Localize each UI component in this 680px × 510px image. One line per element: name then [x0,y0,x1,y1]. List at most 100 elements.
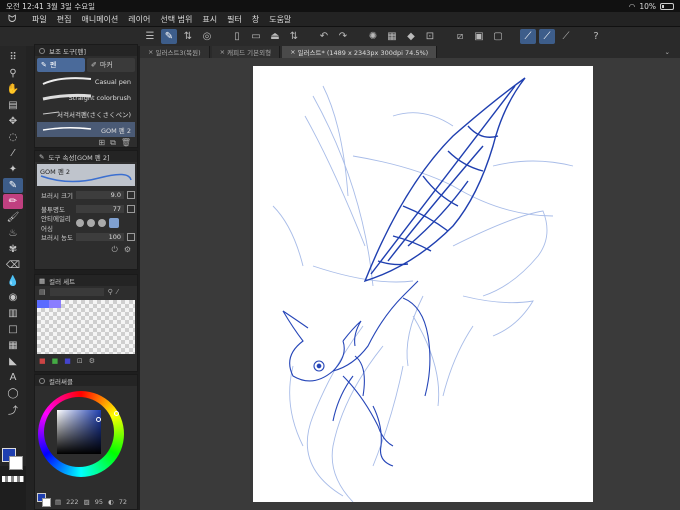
menu-view[interactable]: 표시 [202,14,217,25]
operation-tool-icon[interactable]: ▤ [3,98,23,113]
antialias-selector[interactable] [76,217,135,228]
toggle-arrows-icon-2[interactable]: ⇅ [286,29,302,44]
replace-color-icon[interactable]: ■ [52,357,59,365]
auto-select-icon[interactable]: ✦ [3,162,23,177]
pencil-tool-icon[interactable]: ✏ [3,194,23,209]
hsv-icon[interactable]: ▤ [55,498,61,506]
brush-casual-pen[interactable]: Casual pen [37,74,135,89]
brush-density-pressure-icon[interactable] [127,232,135,241]
reset-property-icon[interactable]: ⏻ [112,245,118,255]
brush-gom-pen-2[interactable]: GOM 펜 2 [37,122,135,137]
app-logo-icon[interactable]: ᗢ [8,14,22,25]
eyedropper-icon[interactable]: ⁄ [117,288,118,296]
selection-border-icon[interactable]: ▢ [490,29,506,44]
pen-tool-icon[interactable]: ✎ [3,178,23,193]
color-set-options-icon[interactable]: ⊡ [77,357,83,365]
snap-ruler-icon[interactable]: ⟋ [520,29,536,44]
zoom-tool-icon[interactable]: ⚲ [3,66,23,81]
gradient-tool-icon[interactable]: ▥ [3,306,23,321]
clear-icon[interactable]: ▦ [384,29,400,44]
snap-grid-icon[interactable]: ⟋ [558,29,574,44]
brush-density-row[interactable]: 브러시 농도 100 [37,230,135,243]
sv-marker[interactable] [96,417,101,422]
duplicate-subtool-icon[interactable]: ⧉ [110,138,116,148]
deselect-icon[interactable]: ⧄ [452,29,468,44]
panel-menu-icon[interactable] [39,377,45,384]
tab-document-1[interactable]: × 일러스트3(복원) [140,46,210,58]
drawing-canvas[interactable] [253,66,593,502]
menu-animation[interactable]: 애니메이션 [81,14,118,25]
invert-selection-icon[interactable]: ▣ [471,29,487,44]
antialias-row[interactable]: 안티에일리어싱 [37,215,135,233]
correct-line-tool-icon[interactable]: ⤴ [3,402,23,417]
brush-straight-colorbrush[interactable]: Straight colorbrush [37,90,135,105]
toggle-arrows-icon[interactable]: ⇅ [180,29,196,44]
color-swatch[interactable] [49,300,61,308]
opacity-link-icon[interactable] [127,204,135,213]
color-swatch[interactable] [37,300,49,308]
delete-color-icon[interactable]: ■ [64,357,71,365]
hue-marker[interactable] [114,411,119,416]
color-set-grid[interactable] [37,300,135,354]
brush-saku-pen[interactable]: 서걱서걱펜(さくさくペン) [37,106,135,121]
aa-strong-option[interactable] [109,217,119,228]
undo-icon[interactable]: ↶ [316,29,332,44]
canvas-area[interactable] [140,58,680,510]
menu-window[interactable]: 창 [252,14,259,25]
ruler-tool-icon[interactable]: ◣ [3,354,23,369]
brush-size-slider[interactable]: 9.0 [76,190,124,199]
menu-selection[interactable]: 선택 범위 [160,14,192,25]
menu-edit[interactable]: 편집 [57,14,72,25]
add-color-icon[interactable]: ■ [39,357,46,365]
color-wheel[interactable] [36,389,136,489]
hand-tool-icon[interactable]: ✋ [3,82,23,97]
brush-size-pressure-icon[interactable] [127,190,135,199]
brush-density-slider[interactable]: 100 [76,232,124,241]
eyedropper-tool-icon[interactable]: ⁄ [3,146,23,161]
move-layer-icon[interactable]: ✥ [3,114,23,129]
delete-subtool-icon[interactable]: 🗑 [121,138,131,148]
blend-tool-icon[interactable]: 💧 [3,274,23,289]
snap-special-ruler-icon[interactable]: ⟋ [539,29,555,44]
opacity-slider[interactable]: 77 [76,204,124,213]
companion-icon[interactable]: ◎ [199,29,215,44]
chevron-down-icon[interactable]: ⌄ [665,48,680,56]
saturation-value-square[interactable] [57,410,101,454]
fill-tool-icon[interactable]: ◉ [3,290,23,305]
color-set-settings-icon[interactable]: ⚙ [89,357,95,365]
main-color-swatch[interactable] [2,448,24,470]
transform-icon[interactable]: ⊡ [422,29,438,44]
hamburger-menu-icon[interactable]: ☰ [142,29,158,44]
lasso-tool-icon[interactable]: ◌ [3,130,23,145]
simple-mode-icon[interactable]: ✎ [161,29,177,44]
aa-medium-option[interactable] [98,218,106,227]
add-subtool-icon[interactable]: ⊞ [98,138,105,148]
decoration-tool-icon[interactable]: ✾ [3,242,23,257]
menu-help[interactable]: 도움말 [269,14,291,25]
brush-tool-icon[interactable]: 🖌 [3,210,23,225]
background-color[interactable] [9,456,23,470]
tab-document-3[interactable]: × 일러스트* (1489 x 2343px 300dpi 74.5%) [282,46,438,58]
transparent-color-swatch[interactable] [2,476,24,482]
fill-icon[interactable]: ◆ [403,29,419,44]
aa-weak-option[interactable] [87,218,95,227]
redo-icon[interactable]: ↷ [335,29,351,44]
loading-icon[interactable]: ✺ [365,29,381,44]
panel-menu-icon[interactable] [39,47,45,54]
export-icon[interactable]: ⏏ [267,29,283,44]
balloon-tool-icon[interactable]: ◯ [3,386,23,401]
eraser-tool-icon[interactable]: ⌫ [3,258,23,273]
figure-tool-icon[interactable]: □ [3,322,23,337]
text-tool-icon[interactable]: A [3,370,23,385]
tab-pen[interactable]: ✎ 펜 [37,58,85,72]
tab-document-2[interactable]: × 캐피드 기본외형 [211,46,281,58]
menu-layer[interactable]: 레이어 [128,14,150,25]
color-set-dropdown[interactable] [49,288,104,296]
tab-marker[interactable]: ✐ 마커 [87,58,135,72]
new-file-icon[interactable]: ▯ [229,29,245,44]
color-set-menu-icon[interactable]: ▤ [39,288,46,296]
menu-file[interactable]: 파일 [32,14,47,25]
menu-filter[interactable]: 필터 [227,14,242,25]
help-icon[interactable]: ? [588,29,604,44]
frame-tool-icon[interactable]: ▦ [3,338,23,353]
